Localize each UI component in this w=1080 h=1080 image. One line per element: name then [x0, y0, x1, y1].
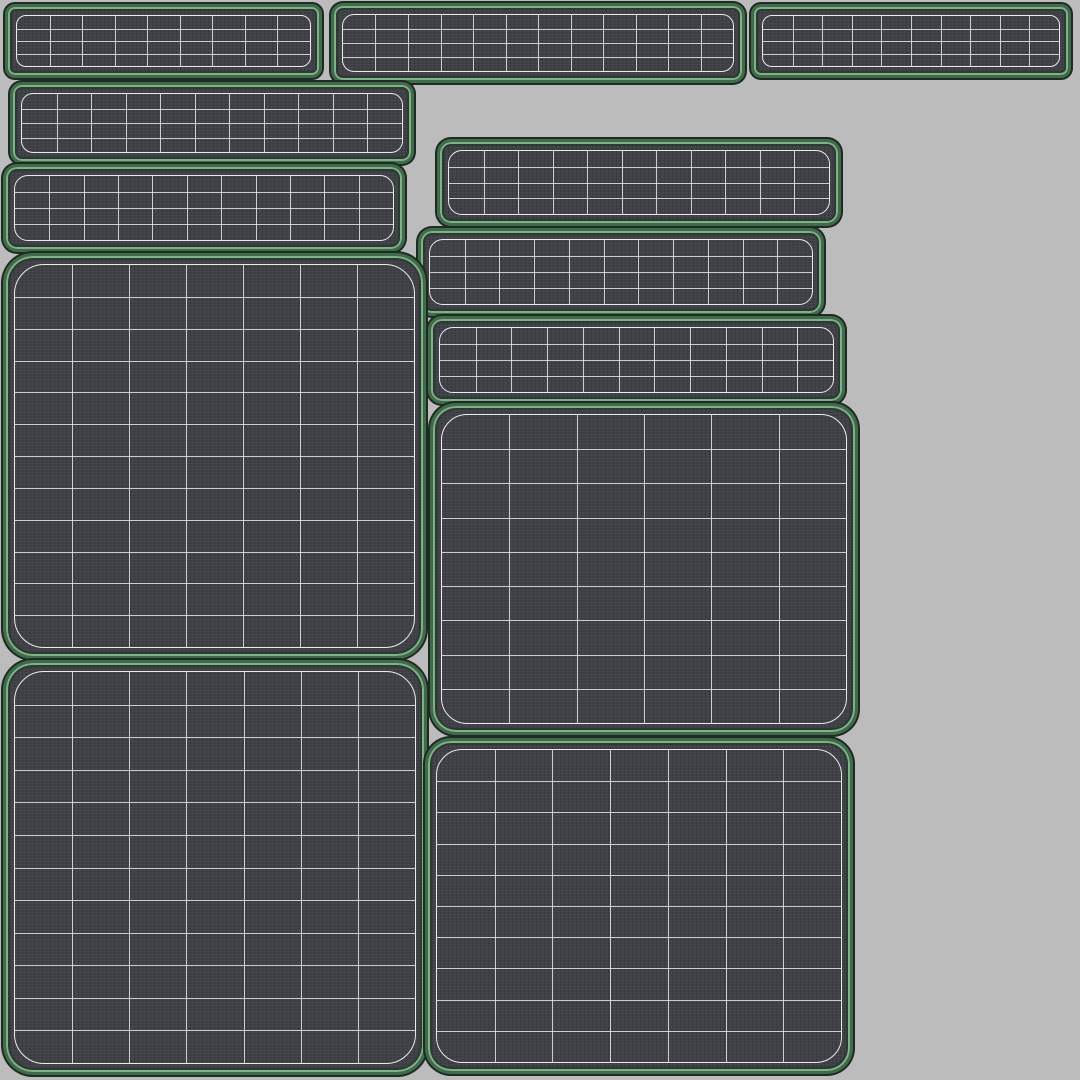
uv-island-top-strip-middle	[331, 3, 745, 83]
grid-line-horizontal	[442, 654, 846, 656]
grid-line-horizontal	[343, 29, 733, 30]
grid-line-horizontal	[15, 737, 415, 739]
wireframe-grid	[14, 264, 415, 648]
grid-line-vertical	[644, 415, 645, 723]
grid-line-horizontal	[15, 360, 414, 362]
grid-line-horizontal	[440, 360, 833, 361]
uv-island-right-strip-lower	[428, 316, 845, 404]
grid-line-horizontal	[442, 620, 846, 622]
uv-island-right-square-lower	[425, 738, 853, 1074]
uv-texture-sheet	[0, 0, 1080, 1080]
uv-island-right-strip-upper	[437, 139, 841, 226]
wireframe-grid	[439, 327, 834, 393]
grid-line-horizontal	[15, 867, 415, 869]
grid-line-horizontal	[437, 843, 841, 845]
grid-line-horizontal	[15, 583, 414, 585]
grid-line-horizontal	[343, 57, 733, 58]
wireframe-grid	[16, 15, 311, 67]
grid-line-horizontal	[15, 551, 414, 553]
grid-line-horizontal	[440, 376, 833, 377]
grid-line-horizontal	[442, 586, 846, 588]
grid-line-horizontal	[15, 456, 414, 457]
grid-line-horizontal	[15, 487, 414, 489]
grid-line-horizontal	[437, 781, 841, 783]
uv-island-left-strip-upper	[10, 82, 414, 164]
wireframe-grid	[14, 671, 416, 1064]
grid-line-horizontal	[15, 224, 393, 225]
grid-line-horizontal	[437, 999, 841, 1001]
grid-line-horizontal	[15, 997, 415, 999]
grid-line-horizontal	[15, 932, 415, 934]
uv-island-left-strip-lower	[3, 164, 405, 252]
grid-line-horizontal	[430, 256, 812, 257]
grid-line-horizontal	[17, 41, 310, 42]
grid-line-horizontal	[22, 137, 402, 139]
uv-island-right-strip-middle	[418, 228, 824, 316]
grid-line-horizontal	[449, 182, 829, 184]
grid-line-horizontal	[430, 288, 812, 289]
uv-island-left-square-upper	[3, 253, 426, 659]
wireframe-grid	[342, 14, 734, 72]
grid-line-horizontal	[15, 965, 415, 967]
grid-line-horizontal	[15, 296, 414, 298]
wireframe-grid	[762, 15, 1060, 67]
uv-island-top-strip-right	[751, 4, 1071, 78]
grid-line-horizontal	[437, 1030, 841, 1032]
grid-line-horizontal	[763, 41, 1059, 42]
grid-line-horizontal	[437, 874, 841, 876]
grid-line-horizontal	[437, 906, 841, 907]
grid-line-horizontal	[763, 53, 1059, 55]
grid-line-horizontal	[15, 1030, 415, 1032]
grid-line-horizontal	[15, 704, 415, 706]
grid-line-horizontal	[437, 937, 841, 939]
wireframe-grid	[448, 150, 830, 215]
wireframe-grid	[14, 175, 394, 241]
grid-line-horizontal	[22, 108, 402, 110]
grid-line-horizontal	[442, 483, 846, 485]
uv-island-left-square-lower	[3, 660, 427, 1075]
grid-line-horizontal	[449, 198, 829, 200]
grid-line-horizontal	[15, 769, 415, 771]
grid-line-horizontal	[440, 344, 833, 345]
grid-line-horizontal	[17, 28, 310, 30]
grid-line-horizontal	[343, 43, 733, 44]
grid-line-horizontal	[15, 328, 414, 330]
wireframe-grid	[21, 93, 403, 153]
grid-line-vertical	[576, 415, 578, 723]
grid-line-horizontal	[15, 208, 393, 209]
grid-line-horizontal	[763, 28, 1059, 30]
grid-line-horizontal	[449, 166, 829, 168]
grid-line-horizontal	[17, 53, 310, 55]
grid-line-horizontal	[442, 551, 846, 553]
grid-line-horizontal	[22, 123, 402, 124]
wireframe-grid	[441, 414, 847, 724]
grid-line-horizontal	[15, 192, 393, 193]
wireframe-grid	[436, 749, 842, 1063]
grid-line-horizontal	[15, 392, 414, 394]
grid-line-vertical	[711, 415, 713, 723]
grid-line-horizontal	[442, 517, 846, 519]
grid-line-horizontal	[15, 802, 415, 804]
grid-line-horizontal	[437, 968, 841, 970]
grid-line-horizontal	[15, 834, 415, 836]
uv-island-right-square-upper	[430, 403, 858, 735]
grid-line-horizontal	[15, 615, 414, 617]
grid-line-horizontal	[442, 688, 846, 690]
grid-line-horizontal	[15, 900, 415, 902]
uv-island-top-strip-left	[5, 4, 322, 78]
grid-line-vertical	[509, 415, 511, 723]
grid-line-vertical	[778, 415, 780, 723]
grid-line-horizontal	[15, 424, 414, 426]
grid-line-horizontal	[430, 272, 812, 273]
grid-line-horizontal	[437, 812, 841, 814]
grid-line-horizontal	[15, 519, 414, 521]
grid-line-horizontal	[442, 449, 846, 451]
wireframe-grid	[429, 239, 813, 305]
